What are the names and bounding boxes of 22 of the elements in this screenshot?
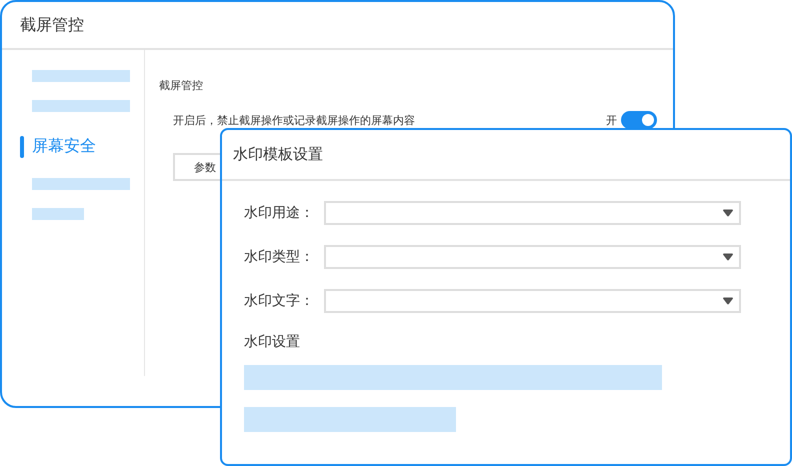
section-title: 水印设置 <box>244 333 301 351</box>
caret-icon <box>722 209 734 217</box>
dropdown-field[interactable] <box>324 289 741 313</box>
dialog-title: 水印模板设置 <box>233 145 323 164</box>
window-title: 截屏管控 <box>20 14 84 36</box>
section-title: 截屏管控 <box>159 78 204 93</box>
toggle-label: 开 <box>606 112 617 128</box>
dropdown-field[interactable] <box>324 245 741 269</box>
description-text: 开启后，禁止截屏操作或记录截屏操作的屏幕内容 <box>173 112 416 128</box>
sidebar-placeholder-bar[interactable] <box>32 208 84 220</box>
dropdown-field[interactable] <box>324 201 741 225</box>
toggle-switch[interactable] <box>621 111 657 129</box>
field-label: 水印类型： <box>244 248 315 266</box>
selection-indicator <box>20 136 24 158</box>
caret-icon <box>722 297 734 305</box>
sidebar-placeholder-bar[interactable] <box>32 178 130 190</box>
sidebar-placeholder-bar[interactable] <box>32 100 130 112</box>
field-label: 水印文字： <box>244 292 315 310</box>
sidebar-placeholder-bar[interactable] <box>32 70 130 82</box>
sidebar-item[interactable]: 屏幕安全 <box>2 136 144 156</box>
caret-icon <box>722 253 734 261</box>
field-label: 水印用途： <box>244 204 315 222</box>
